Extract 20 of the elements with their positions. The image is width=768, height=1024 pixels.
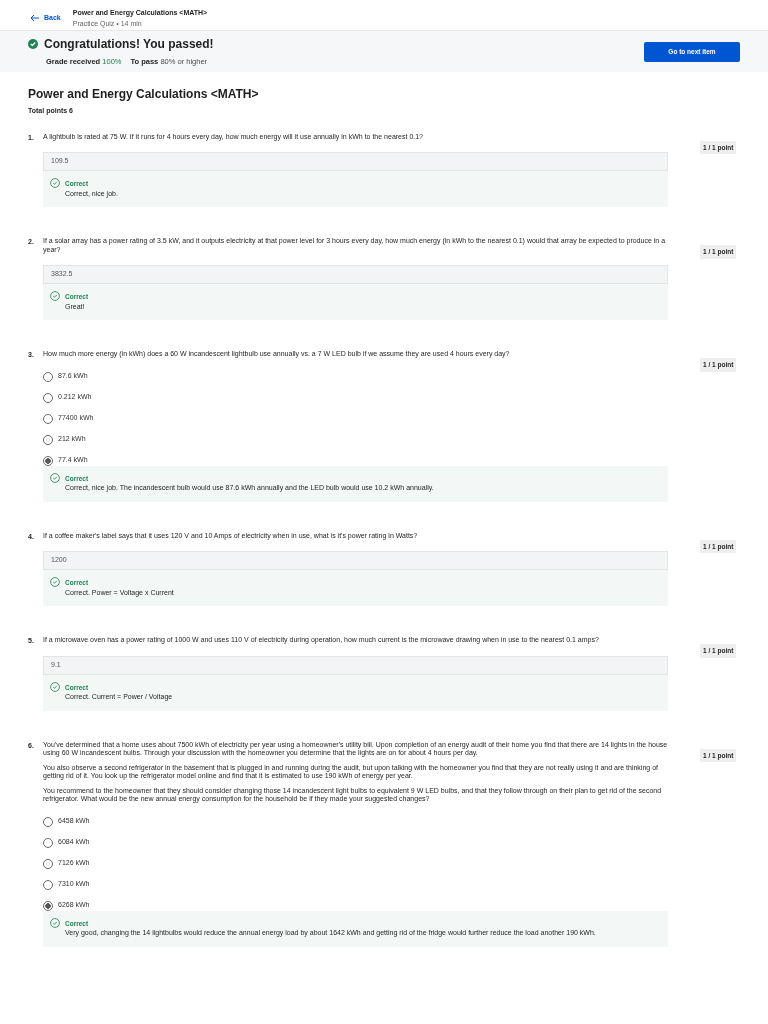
radio-button[interactable] [43, 371, 53, 382]
check-circle-icon [50, 178, 60, 188]
radio-button[interactable] [43, 413, 53, 424]
radio-button[interactable] [43, 434, 53, 445]
radio-button[interactable] [43, 816, 53, 827]
check-circle-icon [50, 681, 60, 692]
radio-button[interactable] [43, 879, 53, 890]
radio-button[interactable] [43, 392, 53, 403]
check-circle-icon [50, 917, 60, 928]
banner-title: Congratulations! You passed! [44, 36, 214, 54]
arrow-left-icon [30, 14, 40, 23]
radio-button[interactable] [43, 455, 53, 466]
check-circle-icon [50, 472, 60, 483]
radio-button[interactable] [43, 837, 53, 848]
check-circle-icon [28, 39, 38, 50]
quiz-title: Power and Energy Calculations <MATH> [28, 86, 260, 103]
check-circle-icon [50, 577, 60, 587]
radio-button[interactable] [43, 900, 53, 911]
radio-button[interactable] [43, 858, 53, 869]
check-circle-icon [50, 291, 60, 301]
